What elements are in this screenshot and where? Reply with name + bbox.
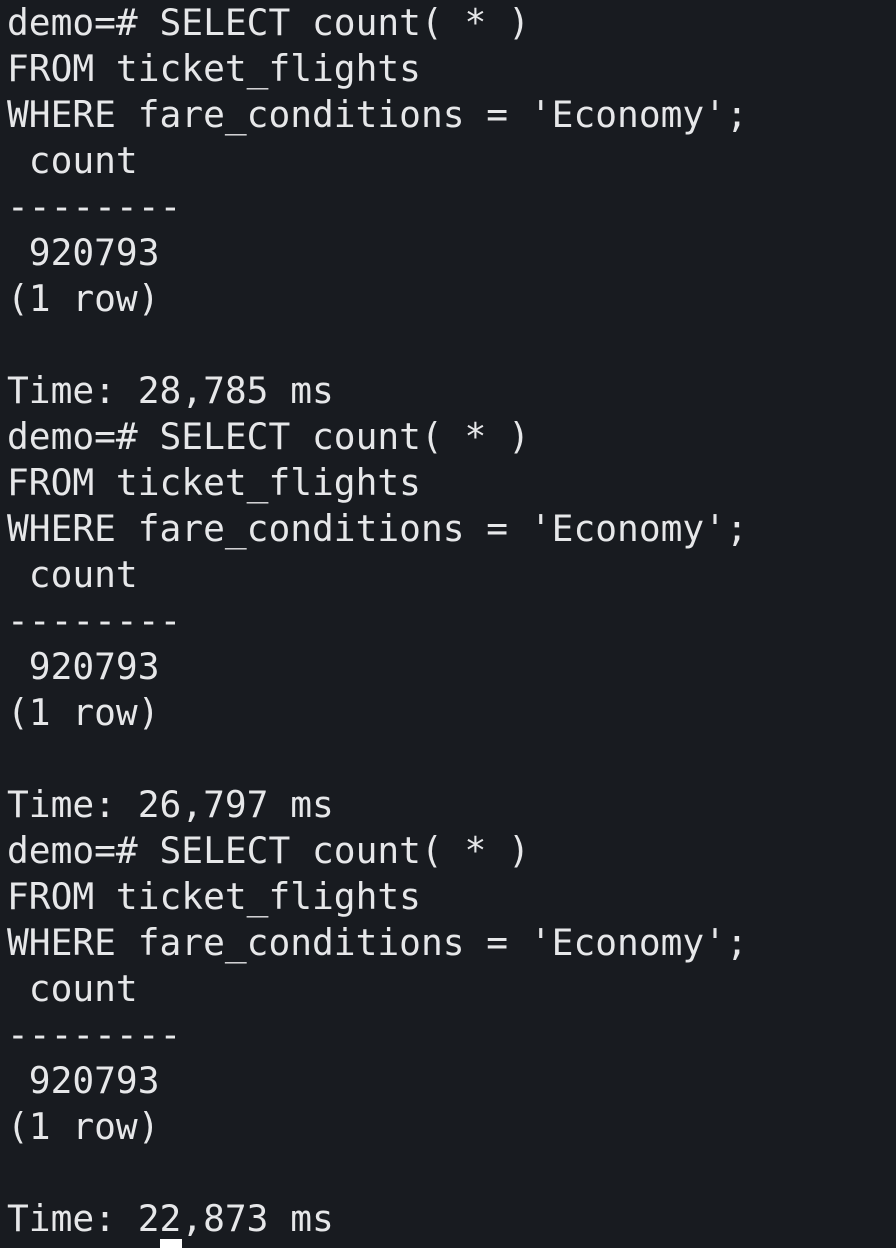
terminal-line: 920793	[7, 1059, 160, 1102]
terminal-line: 920793	[7, 231, 160, 274]
terminal-line: Time: 26,797 ms	[7, 783, 334, 826]
terminal-line: (1 row)	[7, 277, 160, 320]
terminal-line: Time: 22,873 ms	[7, 1197, 334, 1240]
terminal-line: 920793	[7, 645, 160, 688]
terminal-line: FROM ticket_flights	[7, 47, 421, 90]
terminal-line: count	[7, 139, 138, 182]
terminal-line: --------	[7, 599, 182, 642]
terminal-line: FROM ticket_flights	[7, 875, 421, 918]
terminal-line: WHERE fare_conditions = 'Economy';	[7, 93, 748, 136]
terminal-line: WHERE fare_conditions = 'Economy';	[7, 921, 748, 964]
terminal-line: demo=# SELECT count( * )	[7, 415, 530, 458]
terminal-line: Time: 28,785 ms	[7, 369, 334, 412]
terminal-line: demo=# SELECT count( * )	[7, 829, 530, 872]
terminal-line: FROM ticket_flights	[7, 461, 421, 504]
terminal-line: (1 row)	[7, 691, 160, 734]
terminal-line: (1 row)	[7, 1105, 160, 1148]
terminal-line: --------	[7, 185, 182, 228]
terminal-cursor	[160, 1239, 182, 1248]
terminal-line: demo=# SELECT count( * )	[7, 1, 530, 44]
terminal-line: --------	[7, 1013, 182, 1056]
terminal-output[interactable]: demo=# SELECT count( * ) FROM ticket_fli…	[0, 0, 896, 1248]
terminal-line: count	[7, 967, 138, 1010]
terminal-line: WHERE fare_conditions = 'Economy';	[7, 507, 748, 550]
terminal-line: count	[7, 553, 138, 596]
